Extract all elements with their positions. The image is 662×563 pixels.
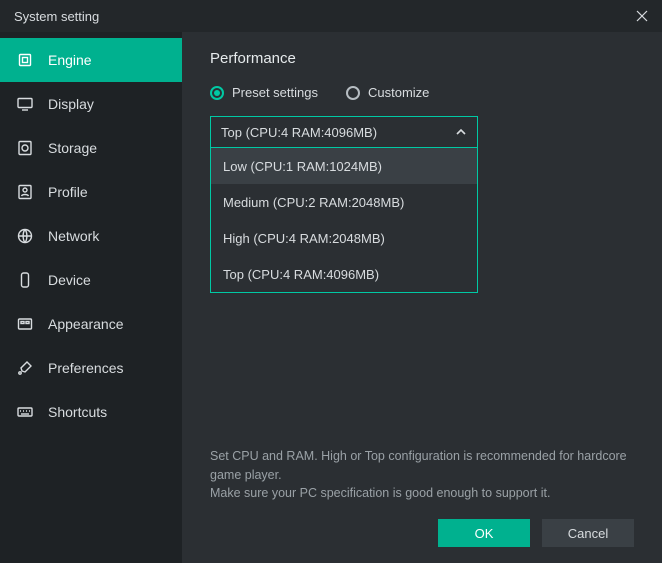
- appearance-icon: [16, 315, 34, 333]
- close-button[interactable]: [622, 0, 662, 32]
- preset-option-high[interactable]: High (CPU:4 RAM:2048MB): [211, 220, 477, 256]
- device-icon: [16, 271, 34, 289]
- sidebar-item-appearance[interactable]: Appearance: [0, 302, 182, 346]
- preset-select[interactable]: Top (CPU:4 RAM:4096MB): [210, 116, 478, 148]
- preset-option-medium[interactable]: Medium (CPU:2 RAM:2048MB): [211, 184, 477, 220]
- main-panel: Performance Preset settings Customize To…: [182, 32, 662, 563]
- preset-option-top[interactable]: Top (CPU:4 RAM:4096MB): [211, 256, 477, 292]
- dialog-buttons: OK Cancel: [438, 519, 634, 547]
- network-icon: [16, 227, 34, 245]
- preset-select-value: Top (CPU:4 RAM:4096MB): [221, 125, 377, 140]
- radio-label: Preset settings: [232, 85, 318, 100]
- preset-option-low[interactable]: Low (CPU:1 RAM:1024MB): [211, 148, 477, 184]
- chevron-up-icon: [455, 126, 467, 138]
- description-text: Set CPU and RAM. High or Top configurati…: [210, 447, 634, 503]
- window-body: Engine Display Storage: [0, 32, 662, 563]
- radio-preset-settings[interactable]: Preset settings: [210, 85, 318, 100]
- button-label: Cancel: [568, 526, 608, 541]
- engine-icon: [16, 51, 34, 69]
- description-line: Set CPU and RAM. High or Top configurati…: [210, 447, 634, 485]
- sidebar-item-engine[interactable]: Engine: [0, 38, 182, 82]
- close-icon: [636, 10, 648, 22]
- settings-mode-radio-group: Preset settings Customize: [210, 85, 634, 100]
- sidebar-item-label: Network: [48, 228, 99, 244]
- settings-window: System setting Engine: [0, 0, 662, 563]
- preferences-icon: [16, 359, 34, 377]
- titlebar: System setting: [0, 0, 662, 32]
- option-label: High (CPU:4 RAM:2048MB): [223, 231, 385, 246]
- preset-dropdown: Low (CPU:1 RAM:1024MB) Medium (CPU:2 RAM…: [210, 148, 478, 293]
- radio-label: Customize: [368, 85, 429, 100]
- profile-icon: [16, 183, 34, 201]
- button-label: OK: [475, 526, 494, 541]
- storage-icon: [16, 139, 34, 157]
- radio-dot-icon: [346, 86, 360, 100]
- sidebar-item-label: Device: [48, 272, 91, 288]
- sidebar-item-network[interactable]: Network: [0, 214, 182, 258]
- sidebar-item-shortcuts[interactable]: Shortcuts: [0, 390, 182, 434]
- ok-button[interactable]: OK: [438, 519, 530, 547]
- sidebar-item-preferences[interactable]: Preferences: [0, 346, 182, 390]
- sidebar-item-device[interactable]: Device: [0, 258, 182, 302]
- option-label: Medium (CPU:2 RAM:2048MB): [223, 195, 404, 210]
- option-label: Low (CPU:1 RAM:1024MB): [223, 159, 382, 174]
- sidebar-item-label: Display: [48, 96, 94, 112]
- sidebar: Engine Display Storage: [0, 32, 182, 563]
- description-line: Make sure your PC specification is good …: [210, 484, 634, 503]
- cancel-button[interactable]: Cancel: [542, 519, 634, 547]
- sidebar-item-label: Shortcuts: [48, 404, 107, 420]
- radio-dot-icon: [210, 86, 224, 100]
- option-label: Top (CPU:4 RAM:4096MB): [223, 267, 379, 282]
- sidebar-item-label: Storage: [48, 140, 97, 156]
- window-title: System setting: [0, 9, 622, 24]
- sidebar-item-label: Profile: [48, 184, 88, 200]
- sidebar-item-label: Preferences: [48, 360, 123, 376]
- display-icon: [16, 95, 34, 113]
- preset-select-wrap: Top (CPU:4 RAM:4096MB) Low (CPU:1 RAM:10…: [210, 116, 478, 148]
- sidebar-item-display[interactable]: Display: [0, 82, 182, 126]
- sidebar-item-profile[interactable]: Profile: [0, 170, 182, 214]
- sidebar-item-label: Appearance: [48, 316, 124, 332]
- sidebar-item-storage[interactable]: Storage: [0, 126, 182, 170]
- performance-title: Performance: [210, 50, 634, 67]
- radio-customize[interactable]: Customize: [346, 85, 429, 100]
- shortcuts-icon: [16, 403, 34, 421]
- sidebar-item-label: Engine: [48, 52, 92, 68]
